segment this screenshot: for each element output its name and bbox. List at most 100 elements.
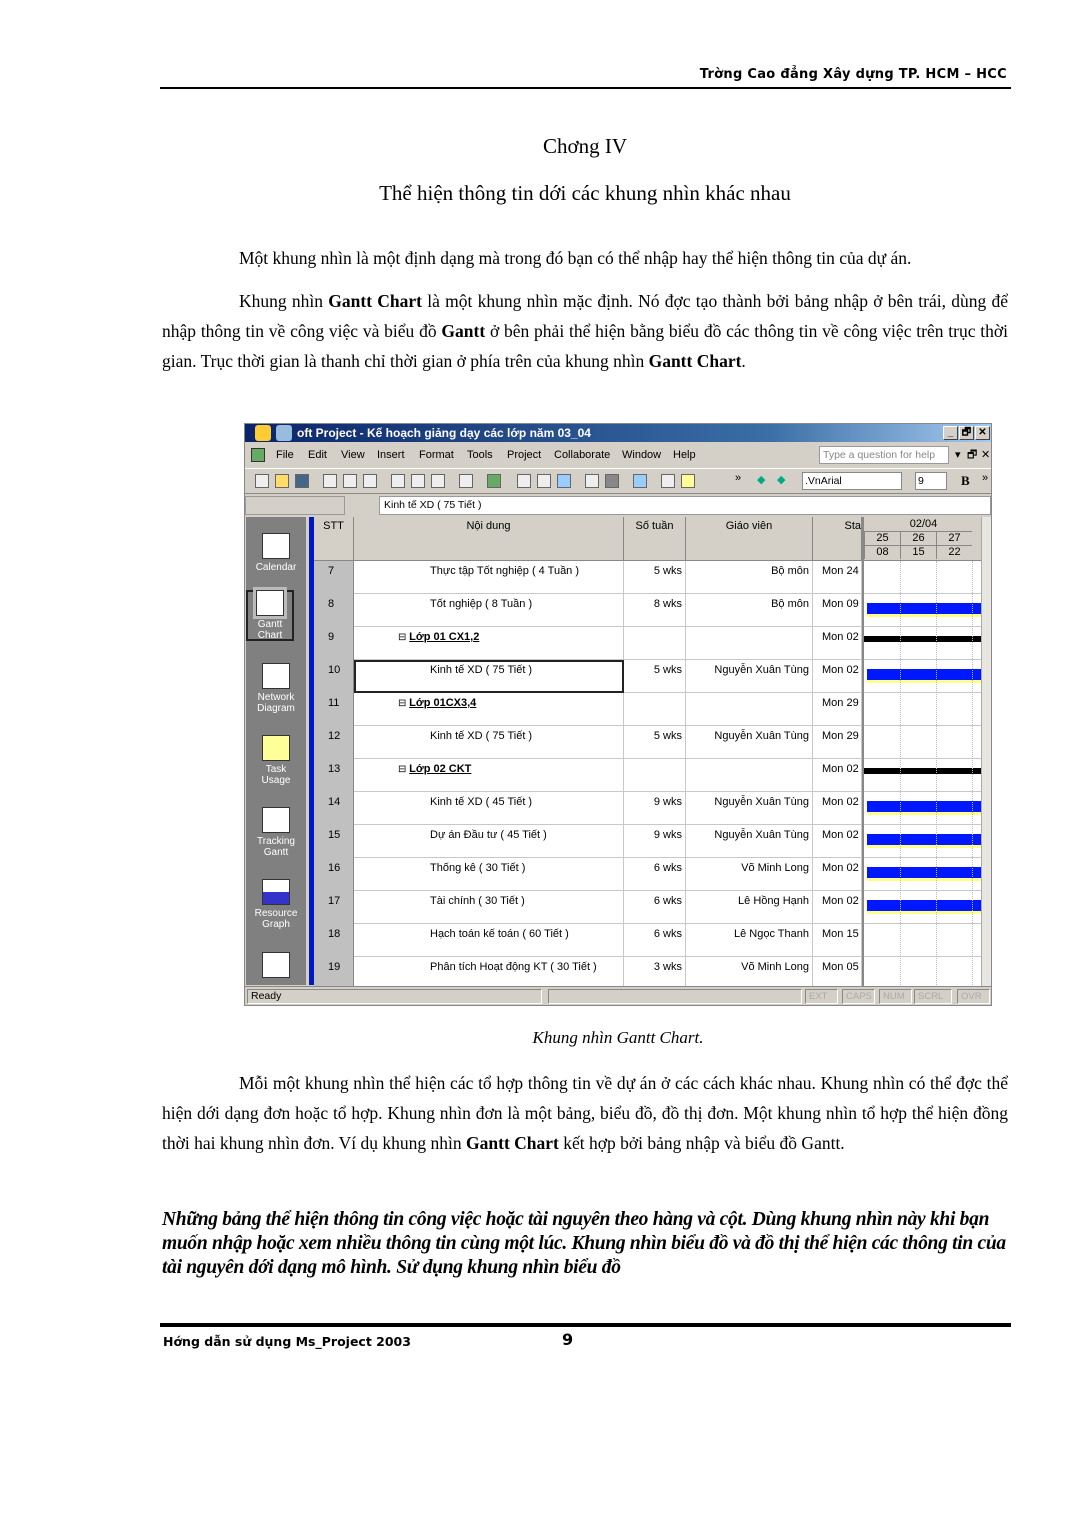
menu-insert[interactable]: Insert <box>377 444 405 466</box>
cell-teacher[interactable] <box>686 627 813 660</box>
gantt-task-bar[interactable] <box>867 900 981 911</box>
notes-icon[interactable] <box>605 474 619 488</box>
cell-id[interactable]: 17 <box>314 891 354 924</box>
menu-file[interactable]: File <box>276 444 294 466</box>
cell-id[interactable]: 15 <box>314 825 354 858</box>
cell-teacher[interactable]: Nguyễn Xuân Tùng <box>686 660 813 693</box>
restore-icon[interactable]: 🗗 <box>967 444 977 466</box>
cell-id[interactable]: 12 <box>314 726 354 759</box>
col-so-tuan[interactable]: Số tuần <box>624 517 686 561</box>
gantt-task-bar[interactable] <box>867 867 981 878</box>
cell-teacher[interactable]: Lê Ngọc Thanh <box>686 924 813 957</box>
cell-duration[interactable]: 5 wks <box>624 561 686 594</box>
menu-help[interactable]: Help <box>673 444 696 466</box>
cell-name[interactable]: Phân tích Hoạt động KT ( 30 Tiết ) <box>354 957 624 987</box>
help-icon[interactable] <box>681 474 695 488</box>
cell-name[interactable]: Tốt nghiệp ( 8 Tuần ) <box>354 594 624 627</box>
cell-duration[interactable] <box>624 693 686 726</box>
print-preview-icon[interactable] <box>343 474 357 488</box>
cell-name[interactable]: Dự án Đầu tư ( 45 Tiết ) <box>354 825 624 858</box>
vertical-scrollbar[interactable] <box>981 517 991 987</box>
cell-start[interactable]: Mon 02 <box>813 759 862 792</box>
col-giao-vien[interactable]: Giáo viên <box>686 517 813 561</box>
undo-icon[interactable] <box>459 474 473 488</box>
view-tracking-gantt[interactable]: Tracking Gantt <box>246 807 306 858</box>
font-select[interactable]: .VnArial <box>802 472 902 490</box>
view-network-diagram[interactable]: Network Diagram <box>246 663 306 714</box>
maximize-button[interactable]: 🗗 <box>959 426 974 440</box>
cell-start[interactable]: Mon 02 <box>813 792 862 825</box>
cell-duration[interactable]: 9 wks <box>624 792 686 825</box>
help-search-input[interactable]: Type a question for help <box>819 446 949 464</box>
cell-start[interactable]: Mon 02 <box>813 891 862 924</box>
cell-duration[interactable] <box>624 627 686 660</box>
collapse-icon[interactable]: ⊟ <box>398 632 409 643</box>
cell-duration[interactable]: 5 wks <box>624 726 686 759</box>
open-icon[interactable] <box>275 474 289 488</box>
menu-collaborate[interactable]: Collaborate <box>554 444 610 466</box>
menu-edit[interactable]: Edit <box>308 444 327 466</box>
close-button[interactable]: ✕ <box>975 426 990 440</box>
scroll-right-icon[interactable]: ◆ <box>777 473 785 486</box>
cell-id[interactable]: 13 <box>314 759 354 792</box>
cell-start[interactable]: Mon 24 <box>813 561 862 594</box>
cell-start[interactable]: Mon 02 <box>813 825 862 858</box>
cell-teacher[interactable]: Lê Hồng Hạnh <box>686 891 813 924</box>
overflow-icon[interactable]: » <box>982 472 988 484</box>
cell-name[interactable]: Kinh tế XD ( 75 Tiết ) <box>354 660 624 693</box>
bold-button[interactable]: B <box>961 473 970 489</box>
cell-teacher[interactable]: Nguyễn Xuân Tùng <box>686 792 813 825</box>
cell-name[interactable]: Kinh tế XD ( 75 Tiết ) <box>354 726 624 759</box>
cell-teacher[interactable]: Bộ môn <box>686 594 813 627</box>
cell-id[interactable]: 11 <box>314 693 354 726</box>
publish-icon[interactable] <box>487 474 501 488</box>
cell-id[interactable]: 8 <box>314 594 354 627</box>
cell-name[interactable]: Thực tập Tốt nghiệp ( 4 Tuần ) <box>354 561 624 594</box>
save-icon[interactable] <box>295 474 309 488</box>
assign-resources-icon[interactable] <box>633 474 647 488</box>
cell-name[interactable]: Thống kê ( 30 Tiết ) <box>354 858 624 891</box>
cell-name[interactable]: ⊟ Lớp 02 CKT <box>354 759 624 792</box>
cell-id[interactable]: 14 <box>314 792 354 825</box>
cell-duration[interactable]: 6 wks <box>624 858 686 891</box>
cell-start[interactable]: Mon 15 <box>813 924 862 957</box>
gantt-task-bar[interactable] <box>867 834 981 845</box>
font-size-select[interactable]: 9 <box>915 472 947 490</box>
col-noi-dung[interactable]: Nội dung <box>354 517 624 561</box>
cell-duration[interactable]: 6 wks <box>624 891 686 924</box>
cell-duration[interactable]: 5 wks <box>624 660 686 693</box>
cell-start[interactable]: Mon 29 <box>813 693 862 726</box>
gantt-task-bar[interactable] <box>867 801 981 812</box>
menu-view[interactable]: View <box>341 444 365 466</box>
gantt-summary-bar[interactable] <box>864 768 981 774</box>
gantt-task-bar[interactable] <box>867 603 981 614</box>
cell-duration[interactable]: 3 wks <box>624 957 686 987</box>
copy-picture-icon[interactable] <box>661 474 675 488</box>
menu-format[interactable]: Format <box>419 444 454 466</box>
link-icon[interactable] <box>517 474 531 488</box>
task-info-icon[interactable] <box>585 474 599 488</box>
cell-teacher[interactable]: Võ Minh Long <box>686 957 813 987</box>
cell-name[interactable]: Hạch toán kế toán ( 60 Tiết ) <box>354 924 624 957</box>
unlink-icon[interactable] <box>537 474 551 488</box>
cell-id[interactable]: 9 <box>314 627 354 660</box>
cell-start[interactable]: Mon 29 <box>813 726 862 759</box>
menu-project[interactable]: Project <box>507 444 541 466</box>
cell-start[interactable]: Mon 02 <box>813 858 862 891</box>
cell-name[interactable]: Kinh tế XD ( 45 Tiết ) <box>354 792 624 825</box>
minimize-button[interactable]: _ <box>943 426 958 440</box>
cell-name[interactable]: ⊟ Lớp 01 CX1,2 <box>354 627 624 660</box>
cell-teacher[interactable] <box>686 759 813 792</box>
col-start[interactable]: Sta <box>813 517 862 561</box>
cell-name[interactable]: Tài chính ( 30 Tiết ) <box>354 891 624 924</box>
view-resource-graph[interactable]: Resource Graph <box>246 879 306 930</box>
cell-start[interactable]: Mon 02 <box>813 627 862 660</box>
cell-id[interactable]: 18 <box>314 924 354 957</box>
more-views[interactable] <box>246 952 306 981</box>
overflow-icon[interactable]: » <box>735 472 741 484</box>
cell-start[interactable]: Mon 09 <box>813 594 862 627</box>
cell-teacher[interactable]: Nguyễn Xuân Tùng <box>686 726 813 759</box>
gantt-summary-bar[interactable] <box>864 636 981 642</box>
cell-id[interactable]: 7 <box>314 561 354 594</box>
paste-icon[interactable] <box>411 474 425 488</box>
